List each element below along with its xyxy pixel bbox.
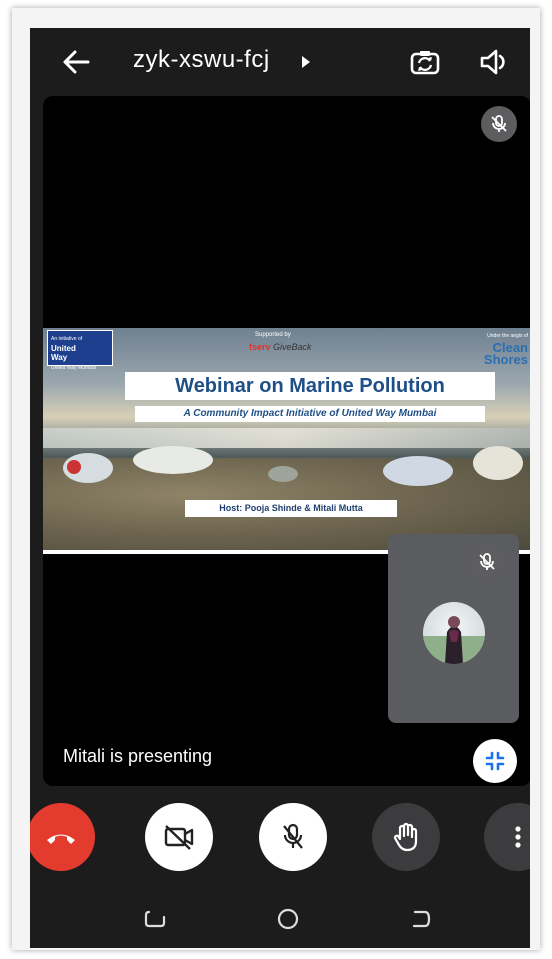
slide-debris: [473, 446, 523, 480]
slide-title: Webinar on Marine Pollution: [125, 372, 495, 400]
slide-debris: [133, 446, 213, 474]
united-way-logo: An initiative of United Way United Way M…: [47, 330, 113, 371]
person-photo: [423, 616, 485, 664]
home-icon[interactable]: [273, 904, 303, 934]
slide-debris: [67, 460, 81, 474]
recent-apps-icon[interactable]: [140, 904, 170, 934]
system-nav-bar: [30, 888, 530, 948]
hand-icon: [393, 822, 418, 852]
more-vertical-icon: [515, 826, 521, 848]
call-controls: [30, 803, 530, 873]
nav-back-icon[interactable]: [405, 904, 435, 934]
camera-switch-icon[interactable]: [408, 45, 442, 79]
meeting-code[interactable]: zyk-xswu-fcj: [133, 46, 270, 74]
phone-hangup-icon: [47, 834, 75, 844]
stage-mute-badge: [481, 106, 517, 142]
arrow-left-icon[interactable]: [60, 48, 92, 76]
slide-debris: [268, 466, 298, 482]
supported-by-label: Supported by: [255, 332, 291, 338]
slide-debris: [383, 456, 453, 486]
end-call-button[interactable]: [30, 803, 95, 871]
more-options-button[interactable]: [484, 803, 530, 871]
collapse-icon: [485, 751, 505, 771]
mic-toggle-button[interactable]: [259, 803, 327, 871]
clean-shores-logo: Under the aegis of Clean Shores: [483, 333, 528, 367]
shared-slide: An initiative of United Way United Way M…: [43, 328, 530, 554]
avatar: [423, 602, 485, 664]
mic-off-icon: [491, 115, 507, 132]
presentation-stage: An initiative of United Way United Way M…: [43, 96, 530, 786]
tile-mute-badge: [469, 544, 505, 580]
speaker-icon[interactable]: [477, 45, 511, 79]
top-bar: zyk-xswu-fcj: [30, 28, 530, 93]
sponsor-logo: fserv GiveBack: [249, 342, 312, 352]
raise-hand-button[interactable]: [372, 803, 440, 871]
collapse-button[interactable]: [473, 739, 517, 783]
slide-wave: [43, 428, 530, 448]
slide-subtitle: A Community Impact Initiative of United …: [135, 406, 485, 422]
mic-off-icon: [283, 823, 303, 849]
presenting-label: Mitali is presenting: [63, 746, 213, 766]
meet-screen: zyk-xswu-fcj An initiative of United Way…: [30, 28, 530, 948]
caret-right-icon[interactable]: [302, 56, 310, 68]
mic-off-icon: [479, 553, 495, 570]
slide-host: Host: Pooja Shinde & Mitali Mutta: [185, 500, 397, 517]
camera-toggle-button[interactable]: [145, 803, 213, 871]
camera-off-icon: [164, 825, 194, 850]
